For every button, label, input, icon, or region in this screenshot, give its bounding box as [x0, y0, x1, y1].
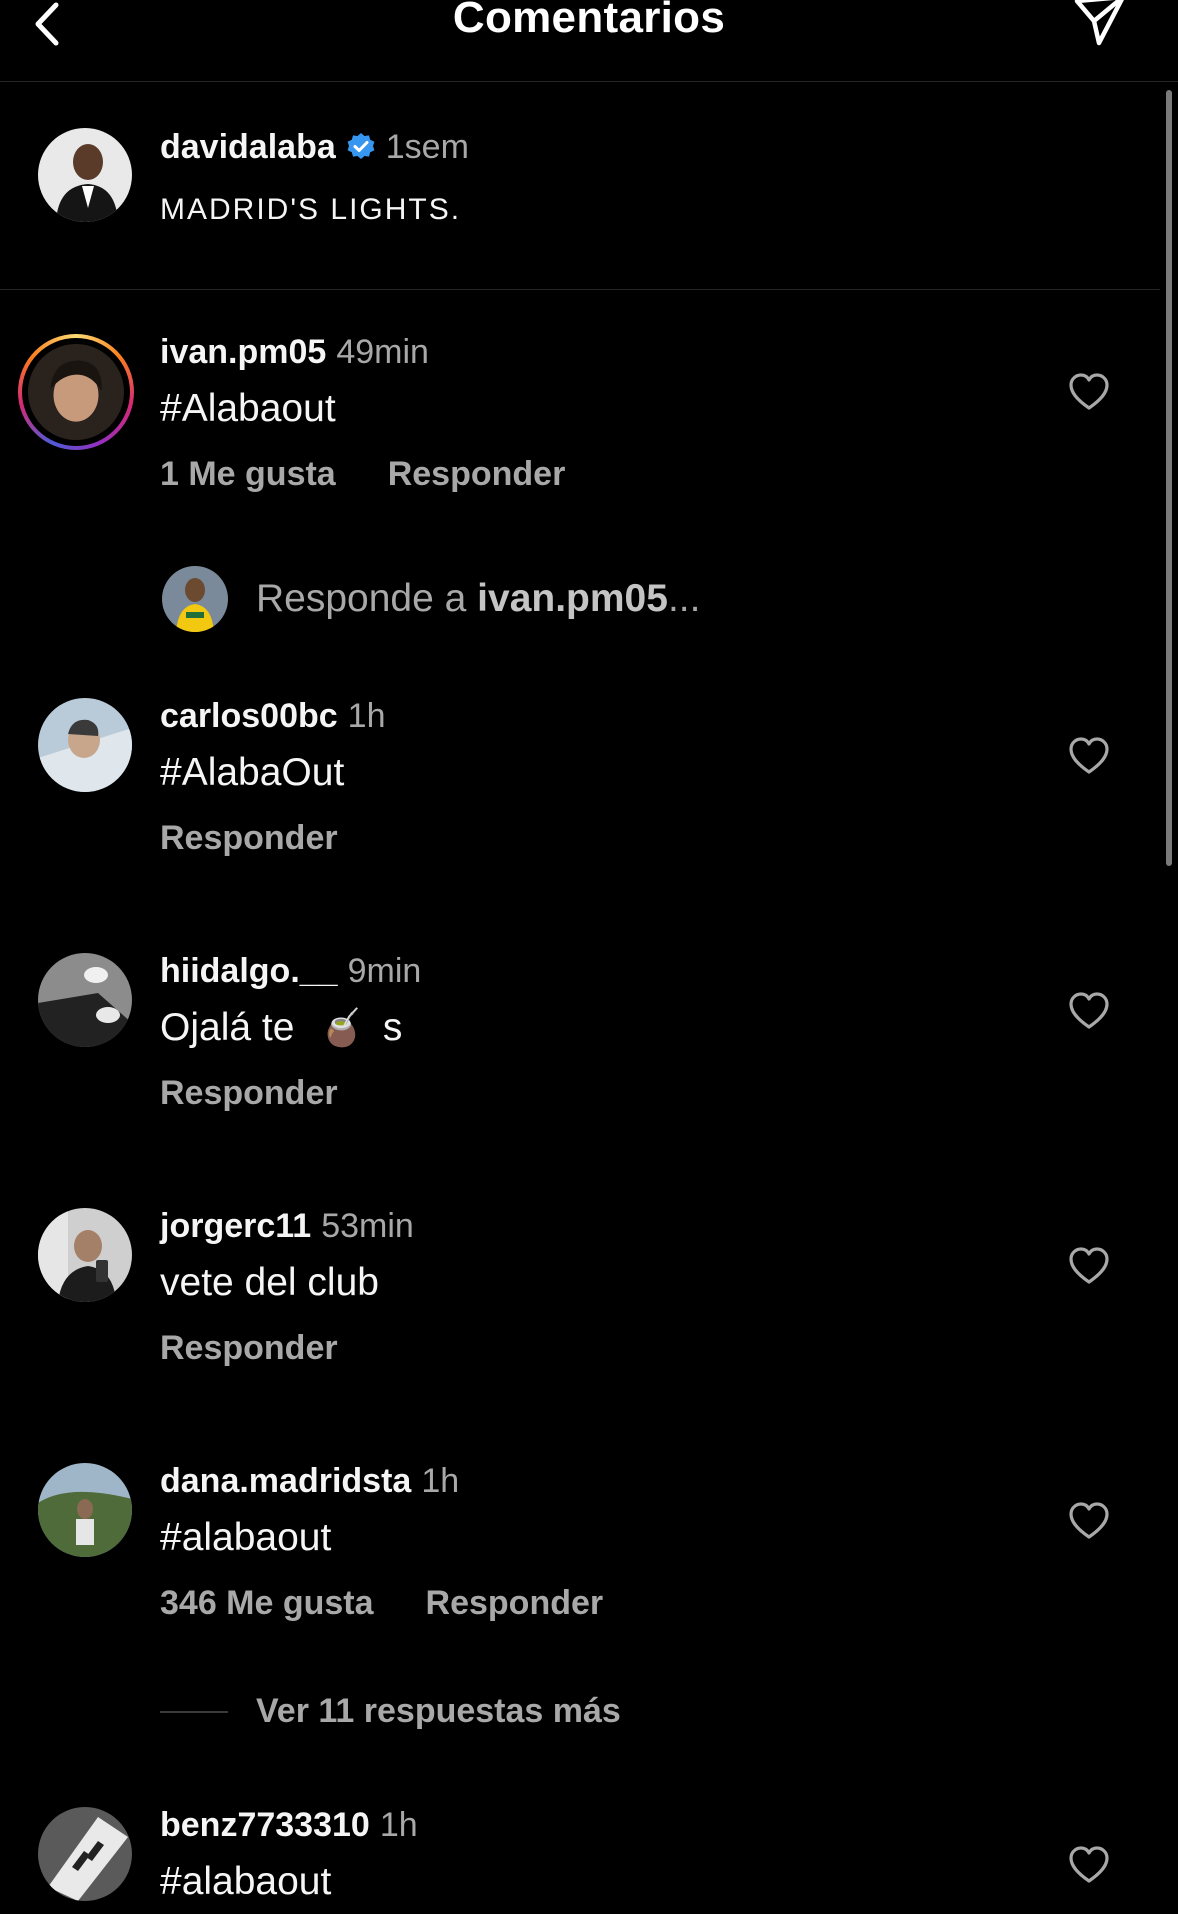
reply-button[interactable]: Responder: [160, 1328, 338, 1368]
likes-count[interactable]: 346 Me gusta: [160, 1583, 374, 1623]
username[interactable]: benz7733310: [160, 1806, 370, 1844]
timestamp: 1h: [421, 1462, 460, 1500]
header: Comentarios: [0, 0, 1178, 82]
avatar[interactable]: [18, 334, 134, 450]
timestamp: 1h: [379, 1806, 418, 1844]
username[interactable]: jorgerc11: [160, 1207, 311, 1245]
username[interactable]: ivan.pm05: [160, 333, 326, 371]
timestamp: 9min: [347, 952, 422, 990]
heart-icon[interactable]: [1068, 736, 1110, 776]
reply-placeholder: Responde a ivan.pm05...: [256, 577, 701, 620]
reply-button[interactable]: Responder: [426, 1583, 604, 1623]
avatar: [162, 566, 228, 632]
divider: [160, 1710, 228, 1713]
caption-text: MADRID'S LIGHTS.: [160, 193, 462, 226]
comment-text: Ojalá te 🧉 s: [160, 1006, 403, 1049]
heart-icon[interactable]: [1068, 991, 1110, 1031]
view-more-replies-label: Ver 11 respuestas más: [256, 1692, 621, 1730]
likes-count[interactable]: 1 Me gusta: [160, 454, 336, 494]
scrollbar[interactable]: [1166, 90, 1172, 866]
heart-icon[interactable]: [1068, 1845, 1110, 1885]
timestamp: 49min: [336, 333, 429, 371]
username[interactable]: hiidalgo.__: [160, 952, 338, 990]
avatar[interactable]: [38, 1463, 132, 1557]
post-caption: davidalaba 1sem MADRID'S LIGHTS.: [0, 82, 1160, 290]
reply-button[interactable]: Responder: [160, 818, 338, 858]
page-title: Comentarios: [452, 0, 726, 42]
verified-badge-icon: [346, 132, 376, 162]
avatar[interactable]: [38, 128, 132, 222]
comment-text: #AlabaOut: [160, 751, 345, 794]
avatar[interactable]: [38, 1208, 132, 1302]
comment-text: #Alabaout: [160, 387, 336, 430]
username[interactable]: davidalaba: [160, 127, 336, 167]
reply-button[interactable]: Responder: [388, 454, 566, 494]
view-more-replies-button[interactable]: Ver 11 respuestas más: [160, 1692, 621, 1731]
comment-text: vete del club: [160, 1261, 379, 1304]
heart-icon[interactable]: [1068, 372, 1110, 412]
heart-icon[interactable]: [1068, 1501, 1110, 1541]
mate-emoji: 🧉: [319, 1007, 365, 1048]
avatar[interactable]: [38, 953, 132, 1047]
username[interactable]: dana.madridsta: [160, 1462, 411, 1500]
username[interactable]: carlos00bc: [160, 697, 338, 735]
reply-button[interactable]: Responder: [160, 1073, 338, 1113]
paper-plane-icon: [1074, 0, 1124, 46]
avatar[interactable]: [38, 698, 132, 792]
timestamp: 1sem: [385, 128, 469, 166]
timestamp: 53min: [321, 1207, 414, 1245]
comment-text: #alabaout: [160, 1860, 332, 1903]
share-button[interactable]: [1070, 0, 1130, 50]
comment-text: #alabaout: [160, 1516, 332, 1559]
heart-icon[interactable]: [1068, 1246, 1110, 1286]
avatar[interactable]: [38, 1807, 132, 1901]
timestamp: 1h: [347, 697, 386, 735]
reply-input[interactable]: Responde a ivan.pm05...: [162, 566, 700, 632]
